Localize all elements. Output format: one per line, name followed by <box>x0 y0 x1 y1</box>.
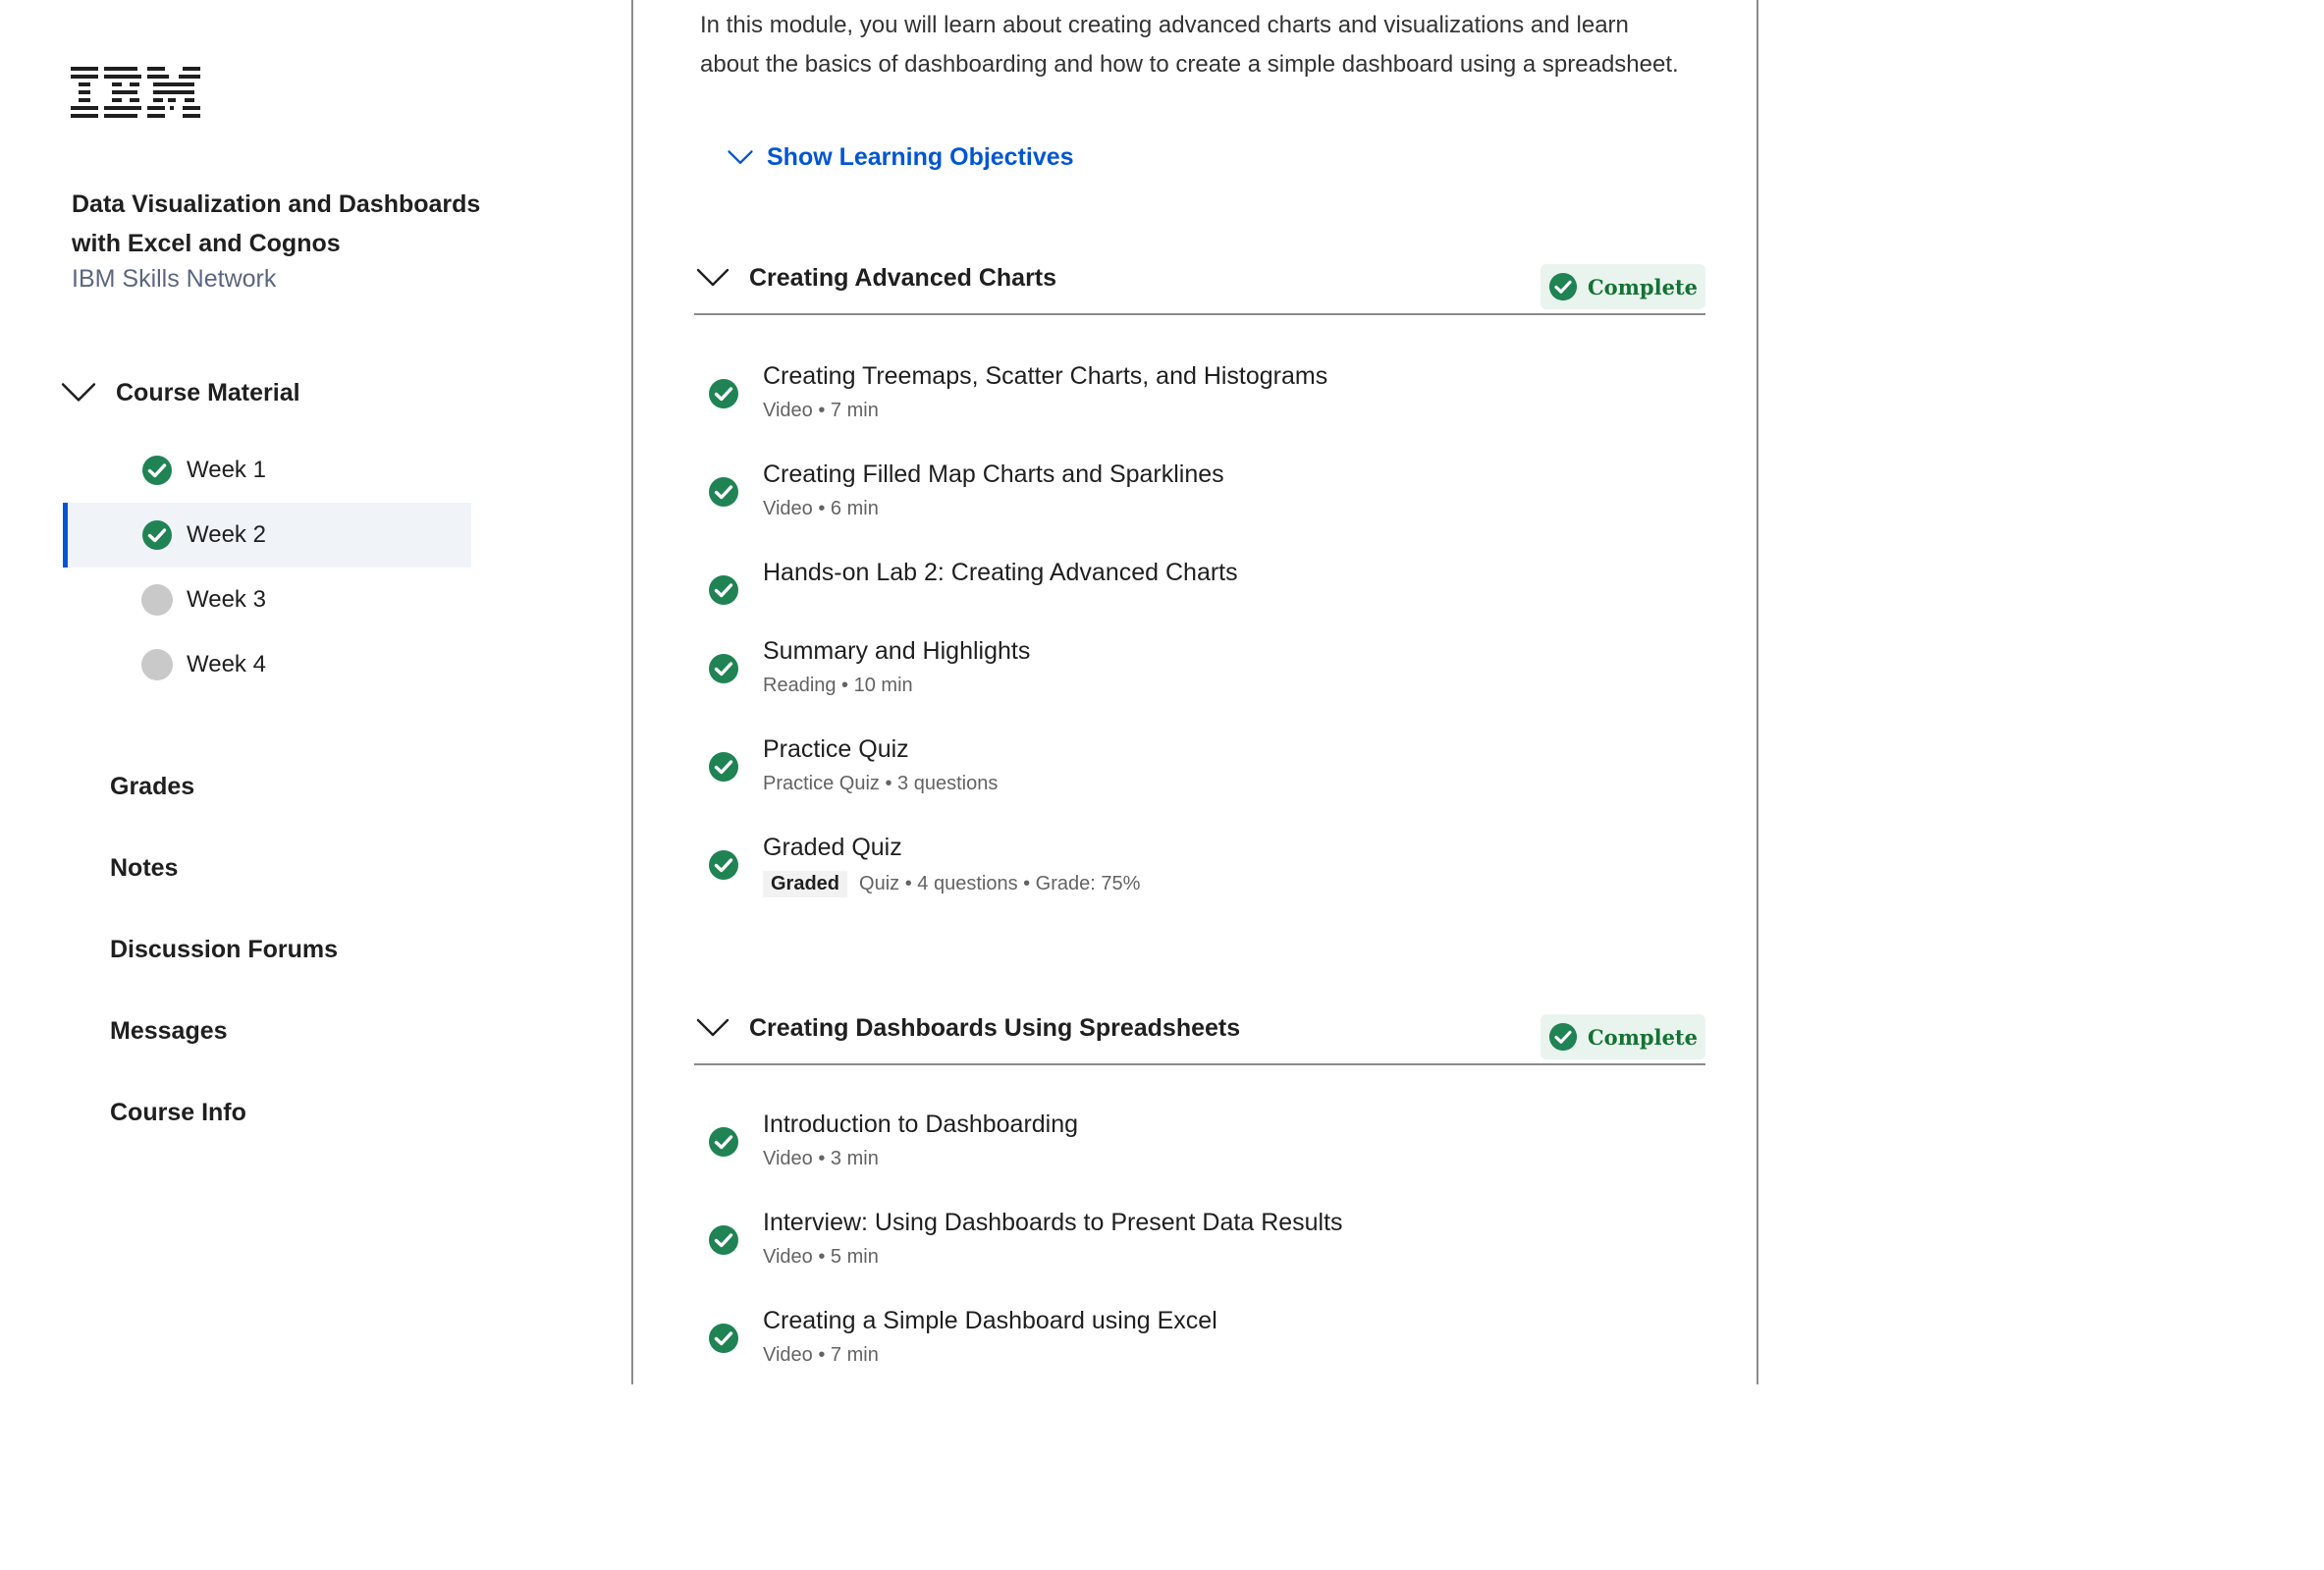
check-circle-icon <box>708 1323 739 1354</box>
check-circle-icon <box>708 1224 739 1256</box>
item-title: Practice Quiz <box>763 735 909 763</box>
sidebar-item-week-4[interactable]: Week 4 <box>63 632 471 697</box>
course-title[interactable]: Data Visualization and Dashboards with E… <box>72 185 484 263</box>
show-learning-objectives-button[interactable]: Show Learning Objectives <box>728 143 1074 172</box>
sidebar: Data Visualization and Dashboards with E… <box>0 0 628 1384</box>
check-circle-icon <box>708 751 739 783</box>
sidebar-item-discussion-forums[interactable]: Discussion Forums <box>110 909 338 991</box>
section-header[interactable]: Creating Dashboards Using Spreadsheets C… <box>694 993 1705 1065</box>
week-label: Week 2 <box>187 521 266 548</box>
course-material-label: Course Material <box>116 378 300 406</box>
item-meta: Reading • 10 min <box>763 675 913 696</box>
item-title: Creating Filled Map Charts and Sparkline… <box>763 460 1224 488</box>
list-item[interactable]: Creating Filled Map Charts and Sparkline… <box>694 460 1705 529</box>
module-content: In this module, you will learn about cre… <box>631 0 1758 1384</box>
empty-circle-icon <box>141 584 173 616</box>
check-circle-icon <box>141 455 173 486</box>
sidebar-nav: Grades Notes Discussion Forums Messages … <box>110 746 338 1154</box>
sidebar-item-week-3[interactable]: Week 3 <box>63 568 471 632</box>
item-meta: Video • 7 min <box>763 400 879 421</box>
list-item[interactable]: Introduction to Dashboarding Video • 3 m… <box>694 1110 1705 1179</box>
check-circle-icon <box>1548 272 1578 301</box>
check-circle-icon <box>708 378 739 409</box>
status-badge-label: Complete <box>1587 1024 1698 1050</box>
list-item[interactable]: Hands-on Lab 2: Creating Advanced Charts <box>694 559 1705 618</box>
empty-circle-icon <box>141 649 173 680</box>
list-item[interactable]: Graded Quiz Graded Quiz • 4 questions • … <box>694 834 1705 908</box>
chevron-down-icon <box>728 150 753 164</box>
sidebar-item-messages[interactable]: Messages <box>110 991 338 1072</box>
section-title: Creating Dashboards Using Spreadsheets <box>749 1013 1241 1042</box>
graded-tag: Graded <box>763 871 848 897</box>
list-item[interactable]: Practice Quiz Practice Quiz • 3 question… <box>694 735 1705 804</box>
item-title: Introduction to Dashboarding <box>763 1110 1079 1138</box>
check-circle-icon <box>708 849 739 881</box>
item-meta: Video • 6 min <box>763 498 879 519</box>
status-badge: Complete <box>1540 264 1705 309</box>
sidebar-item-week-2[interactable]: Week 2 <box>63 503 471 568</box>
check-circle-icon <box>141 519 173 551</box>
check-circle-icon <box>708 1126 739 1158</box>
section-creating-advanced-charts: Creating Advanced Charts Complete Creati… <box>694 243 1705 949</box>
status-badge-label: Complete <box>1587 274 1698 299</box>
chevron-down-icon <box>696 267 730 289</box>
item-meta-text: Quiz • 4 questions • Grade: 75% <box>859 873 1141 894</box>
show-learning-objectives-label: Show Learning Objectives <box>767 143 1074 171</box>
item-meta: Video • 5 min <box>763 1246 879 1268</box>
item-meta: Video • 7 min <box>763 1344 879 1366</box>
section-header[interactable]: Creating Advanced Charts Complete <box>694 243 1705 315</box>
module-intro: In this module, you will learn about cre… <box>700 12 1679 78</box>
check-circle-icon <box>708 653 739 684</box>
week-label: Week 3 <box>187 586 266 613</box>
item-title: Creating Treemaps, Scatter Charts, and H… <box>763 362 1328 390</box>
list-item[interactable]: Interview: Using Dashboards to Present D… <box>694 1209 1705 1277</box>
week-label: Week 1 <box>187 457 266 483</box>
course-material-toggle[interactable]: Course Material <box>61 373 300 412</box>
check-circle-icon <box>708 476 739 508</box>
status-badge: Complete <box>1540 1014 1705 1059</box>
check-circle-icon <box>708 574 739 606</box>
sidebar-item-course-info[interactable]: Course Info <box>110 1072 338 1154</box>
ibm-logo[interactable] <box>71 63 204 122</box>
section-creating-dashboards: Creating Dashboards Using Spreadsheets C… <box>694 993 1705 1385</box>
item-title: Summary and Highlights <box>763 637 1031 665</box>
list-item[interactable]: Summary and Highlights Reading • 10 min <box>694 637 1705 706</box>
week-list: Week 1 Week 2 Week 3 Week 4 <box>63 438 471 697</box>
sidebar-item-grades[interactable]: Grades <box>110 746 338 828</box>
item-title: Creating a Simple Dashboard using Excel <box>763 1307 1217 1334</box>
check-circle-icon <box>1548 1022 1578 1052</box>
item-title: Graded Quiz <box>763 834 902 861</box>
section-title: Creating Advanced Charts <box>749 263 1057 292</box>
course-partner: IBM Skills Network <box>72 265 277 293</box>
sidebar-item-notes[interactable]: Notes <box>110 828 338 909</box>
item-meta: Video • 3 min <box>763 1148 879 1169</box>
item-title: Interview: Using Dashboards to Present D… <box>763 1209 1343 1236</box>
item-title: Hands-on Lab 2: Creating Advanced Charts <box>763 559 1238 586</box>
item-meta: Practice Quiz • 3 questions <box>763 773 999 794</box>
list-item[interactable]: Creating a Simple Dashboard using Excel … <box>694 1307 1705 1376</box>
chevron-down-icon <box>61 381 96 405</box>
week-label: Week 4 <box>187 651 266 677</box>
item-meta: Graded Quiz • 4 questions • Grade: 75% <box>763 871 1140 897</box>
list-item[interactable]: Creating Treemaps, Scatter Charts, and H… <box>694 362 1705 431</box>
chevron-down-icon <box>696 1017 730 1039</box>
sidebar-item-week-1[interactable]: Week 1 <box>63 438 471 503</box>
